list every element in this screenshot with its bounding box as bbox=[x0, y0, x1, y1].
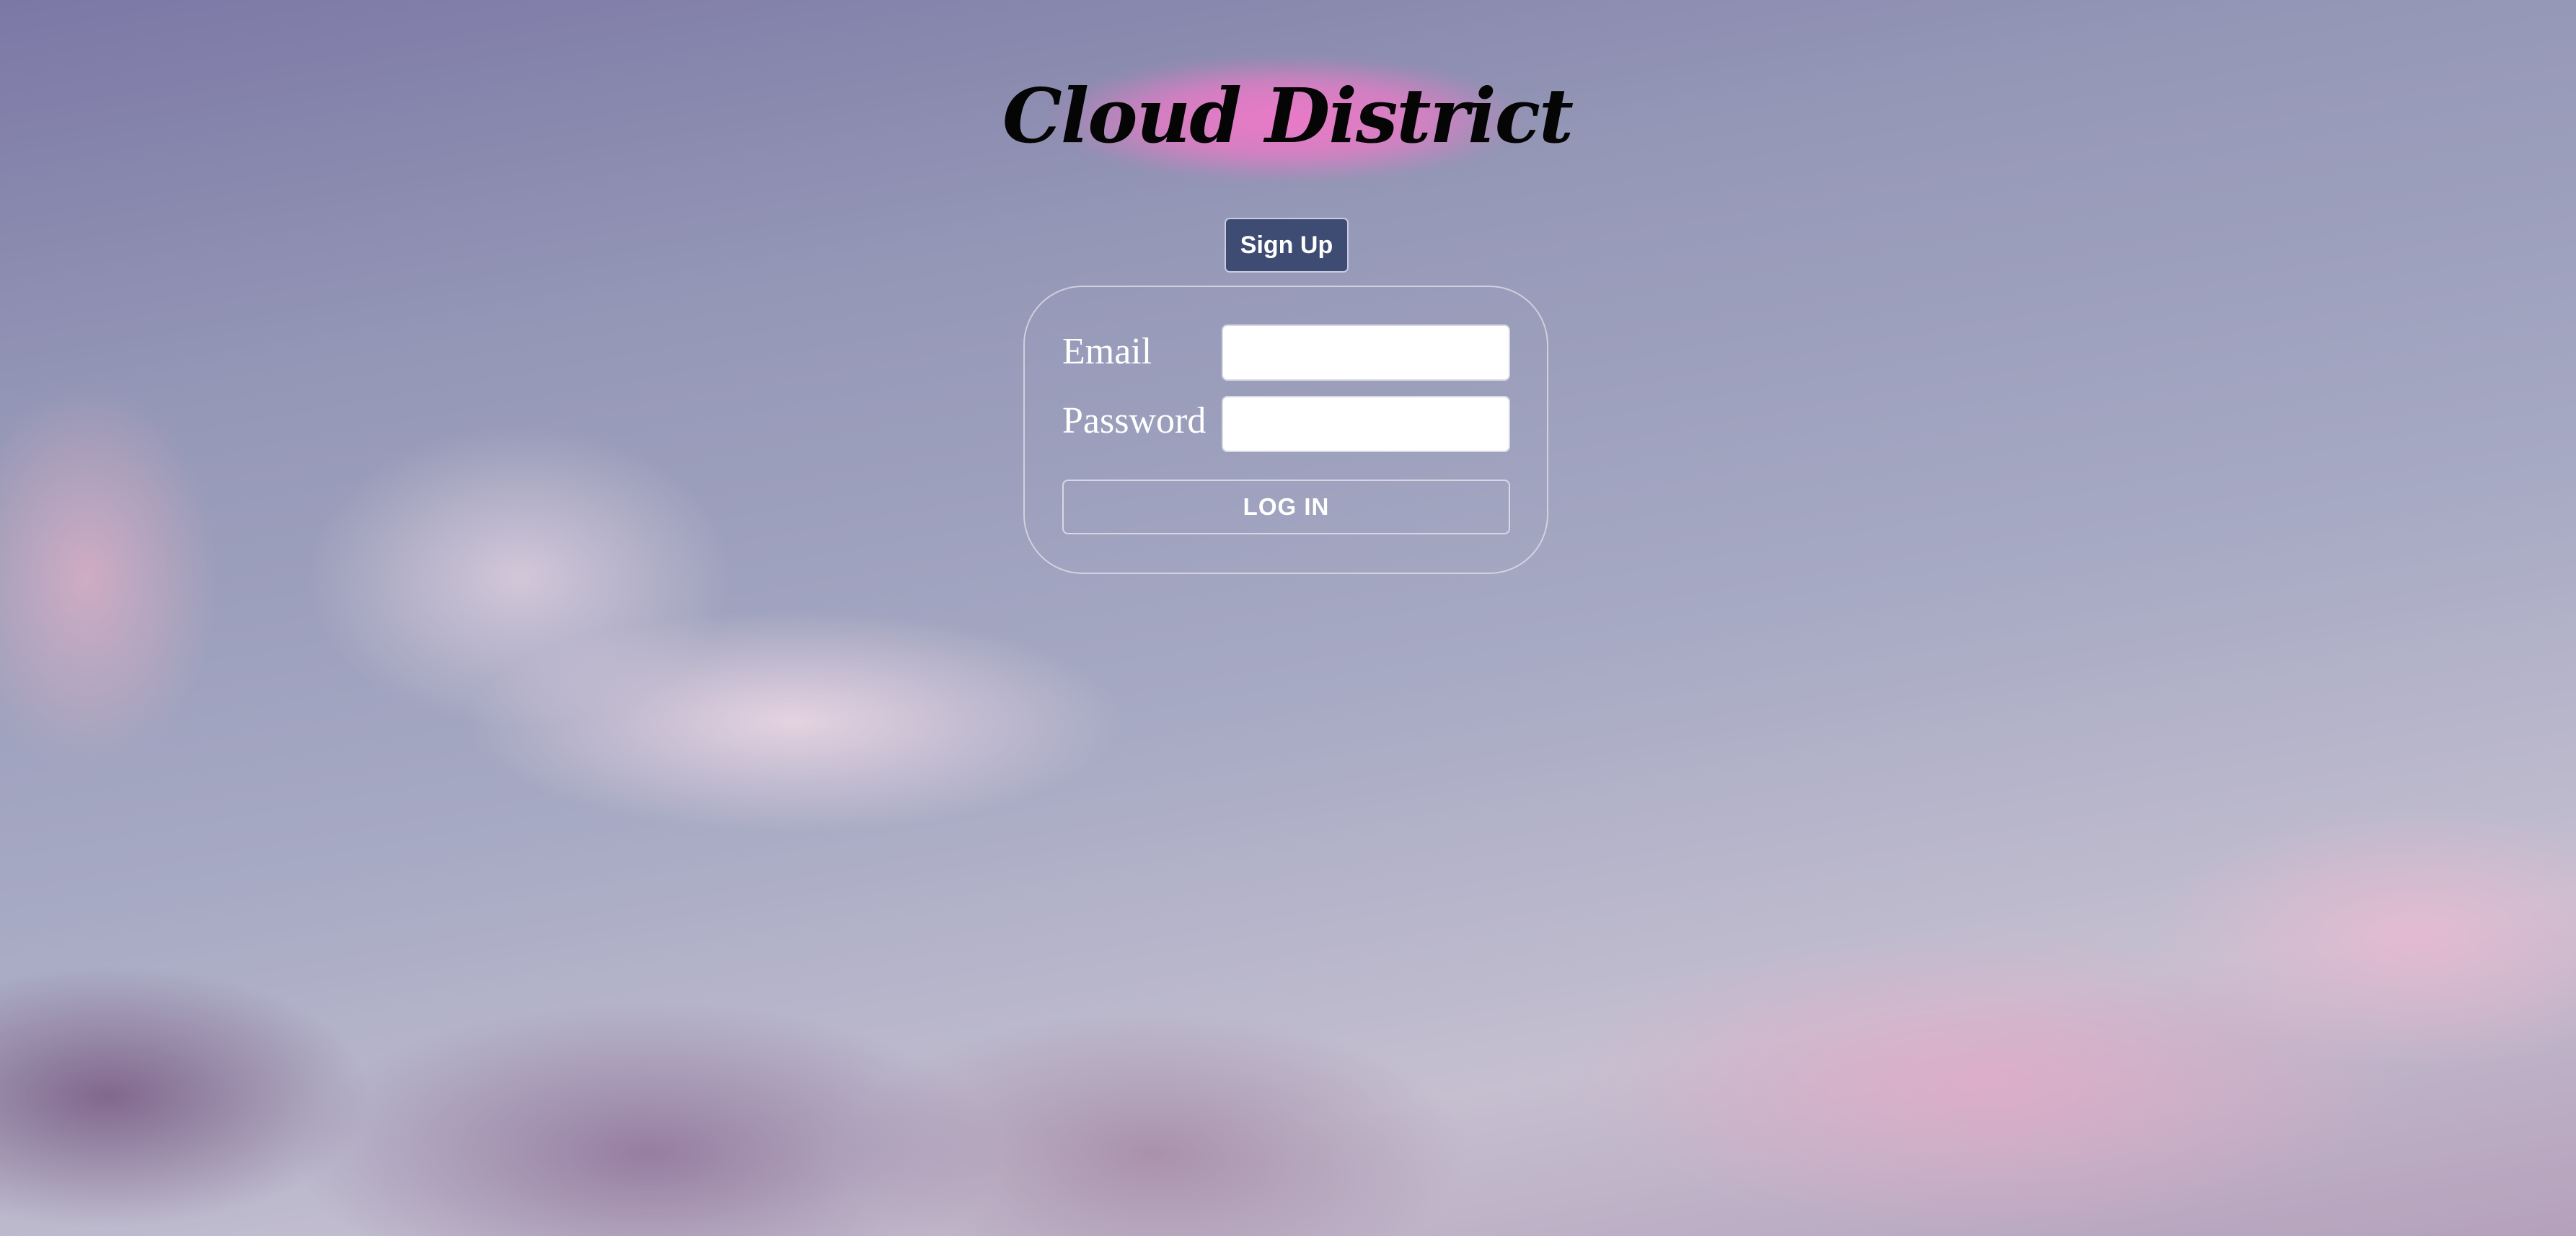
site-title: Cloud District bbox=[1002, 71, 1574, 160]
site-header: Cloud District bbox=[1002, 43, 1574, 187]
log-in-button[interactable]: LOG IN bbox=[1062, 480, 1510, 534]
email-field[interactable] bbox=[1222, 325, 1510, 381]
login-page: Cloud District Sign Up Email Password LO… bbox=[0, 0, 2576, 1236]
sign-up-button[interactable]: Sign Up bbox=[1225, 218, 1349, 273]
password-label: Password bbox=[1062, 400, 1207, 441]
password-field[interactable] bbox=[1222, 396, 1510, 452]
email-label: Email bbox=[1062, 331, 1152, 372]
